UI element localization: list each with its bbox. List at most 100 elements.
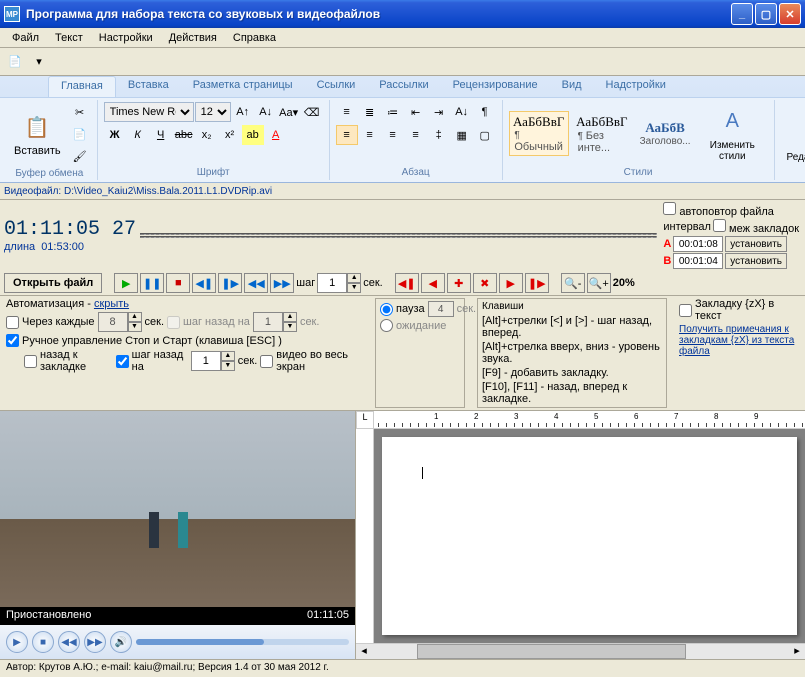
volume-slider[interactable] (136, 639, 349, 645)
fullscreen-check[interactable] (260, 355, 273, 368)
show-marks-button[interactable]: ¶ (474, 102, 496, 122)
ruler-horizontal[interactable]: 123456789 (374, 411, 805, 429)
rewind-button[interactable]: ◀◀ (244, 273, 268, 293)
every-check[interactable]: Через каждые ▲▼ сек. шаг назад на ▲▼ сек… (6, 312, 363, 332)
bm-to-text-check[interactable]: Закладку {zX} в текст (679, 298, 799, 322)
close-button[interactable]: ✕ (779, 3, 801, 25)
bm-link[interactable]: Получить примечания к закладкам {zX} из … (679, 324, 799, 357)
manual-check[interactable]: Ручное управление Стоп и Старт (клавиша … (6, 334, 363, 347)
menu-actions[interactable]: Действия (161, 30, 225, 45)
horizontal-scrollbar[interactable]: ◂ ▸ (356, 643, 805, 659)
tab-insert[interactable]: Вставка (116, 76, 181, 97)
step-back-button[interactable]: ◀❚ (192, 273, 216, 293)
zoom-in-button[interactable]: 🔍+ (587, 273, 611, 293)
menu-text[interactable]: Текст (47, 30, 91, 45)
timeline-track-top[interactable] (140, 233, 657, 235)
style-normal[interactable]: АаБбВвГ ¶ Обычный (509, 111, 569, 156)
pause-button[interactable]: ❚❚ (140, 273, 164, 293)
doc-btn[interactable]: 📄 (4, 51, 26, 73)
tab-mail[interactable]: Рассылки (367, 76, 440, 97)
maximize-button[interactable]: ▢ (755, 3, 777, 25)
align-left-button[interactable]: ≡ (336, 125, 358, 145)
sort-button[interactable]: A↓ (451, 102, 473, 122)
superscript-button[interactable]: x² (219, 125, 241, 145)
wait-radio[interactable]: ожидание (380, 319, 460, 332)
bm-next-button[interactable]: ▶ (499, 273, 523, 293)
ruler-vertical[interactable] (356, 429, 374, 643)
grow-font-button[interactable]: A↑ (232, 102, 254, 122)
media-next-button[interactable]: ▶▶ (84, 631, 106, 653)
editing-button[interactable]: 🔍 Редактирование (781, 116, 805, 165)
font-color-button[interactable]: A (265, 125, 287, 145)
step-spinner[interactable]: ▲▼ (317, 273, 361, 293)
between-bm-check[interactable]: меж закладок (713, 219, 799, 235)
timeline-track-bottom[interactable] (140, 236, 657, 238)
strike-button[interactable]: abc (173, 125, 195, 145)
number-list-button[interactable]: ≣ (359, 102, 381, 122)
open-file-button[interactable]: Открыть файл (4, 273, 102, 293)
tab-links[interactable]: Ссылки (305, 76, 368, 97)
underline-button[interactable]: Ч (150, 125, 172, 145)
tab-layout[interactable]: Разметка страницы (181, 76, 305, 97)
play-button[interactable]: ▶ (114, 273, 138, 293)
media-play-button[interactable]: ▶ (6, 631, 28, 653)
border-button[interactable]: ▢ (474, 125, 496, 145)
tab-addins[interactable]: Надстройки (594, 76, 678, 97)
tab-view[interactable]: Вид (550, 76, 594, 97)
shading-button[interactable]: ▦ (451, 125, 473, 145)
media-prev-button[interactable]: ◀◀ (58, 631, 80, 653)
subscript-button[interactable]: x₂ (196, 125, 218, 145)
a-time-input[interactable] (673, 236, 723, 252)
style-nospacing[interactable]: АаБбВвГ ¶ Без инте... (571, 111, 633, 157)
highlight-button[interactable]: ab (242, 125, 264, 145)
multilevel-button[interactable]: ≔ (382, 102, 404, 122)
align-center-button[interactable]: ≡ (359, 125, 381, 145)
hide-link[interactable]: скрыть (94, 298, 129, 310)
bm-del-button[interactable]: ✖ (473, 273, 497, 293)
tab-selector[interactable]: L (356, 411, 374, 429)
ffwd-button[interactable]: ▶▶ (270, 273, 294, 293)
indent-dec-button[interactable]: ⇤ (405, 102, 427, 122)
menu-file[interactable]: Файл (4, 30, 47, 45)
media-mute-button[interactable]: 🔊 (110, 631, 132, 653)
style-heading[interactable]: АаБбВ Заголово... (635, 117, 695, 150)
cut-button[interactable]: ✂ (69, 102, 91, 122)
shrink-font-button[interactable]: A↓ (255, 102, 277, 122)
bm-next-end-button[interactable]: ❚▶ (525, 273, 549, 293)
font-size-select[interactable]: 12 (195, 102, 231, 122)
format-painter-button[interactable]: 🖌 (69, 146, 91, 166)
italic-button[interactable]: К (127, 125, 149, 145)
video-frame[interactable] (0, 411, 355, 607)
back-bm-check[interactable]: назад к закладке шаг назад на ▲▼ сек. ви… (24, 349, 363, 373)
minimize-button[interactable]: _ (731, 3, 753, 25)
autorepeat-check[interactable]: автоповтор файла (663, 202, 799, 218)
tab-review[interactable]: Рецензирование (441, 76, 550, 97)
clear-format-button[interactable]: Aa▾ (278, 102, 300, 122)
justify-button[interactable]: ≡ (405, 125, 427, 145)
menu-settings[interactable]: Настройки (91, 30, 161, 45)
b-time-input[interactable] (673, 253, 723, 269)
document-page[interactable] (382, 437, 797, 635)
copy-button[interactable]: 📄 (69, 124, 91, 144)
page-scroll-area[interactable] (374, 429, 805, 643)
tab-home[interactable]: Главная (48, 76, 116, 97)
bm-prev-end-button[interactable]: ◀❚ (395, 273, 419, 293)
stop-button[interactable]: ■ (166, 273, 190, 293)
dropdown-btn[interactable]: ▾ (28, 51, 50, 73)
line-spacing-button[interactable]: ‡ (428, 125, 450, 145)
zoom-out-button[interactable]: 🔍- (561, 273, 585, 293)
bm-add-button[interactable]: ✚ (447, 273, 471, 293)
bold-button[interactable]: Ж (104, 125, 126, 145)
bullet-list-button[interactable]: ≡ (336, 102, 358, 122)
pause-radio[interactable]: пауза сек. (380, 301, 460, 317)
step-fwd-button[interactable]: ❚▶ (218, 273, 242, 293)
bm-prev-button[interactable]: ◀ (421, 273, 445, 293)
paste-button[interactable]: 📋 Вставить (8, 109, 67, 159)
erase-button[interactable]: ⌫ (301, 102, 323, 122)
a-set-button[interactable]: установить (725, 236, 787, 252)
menu-help[interactable]: Справка (225, 30, 284, 45)
align-right-button[interactable]: ≡ (382, 125, 404, 145)
indent-inc-button[interactable]: ⇥ (428, 102, 450, 122)
font-name-select[interactable]: Times New Ro (104, 102, 194, 122)
change-styles-button[interactable]: A Изменить стили (697, 104, 767, 164)
